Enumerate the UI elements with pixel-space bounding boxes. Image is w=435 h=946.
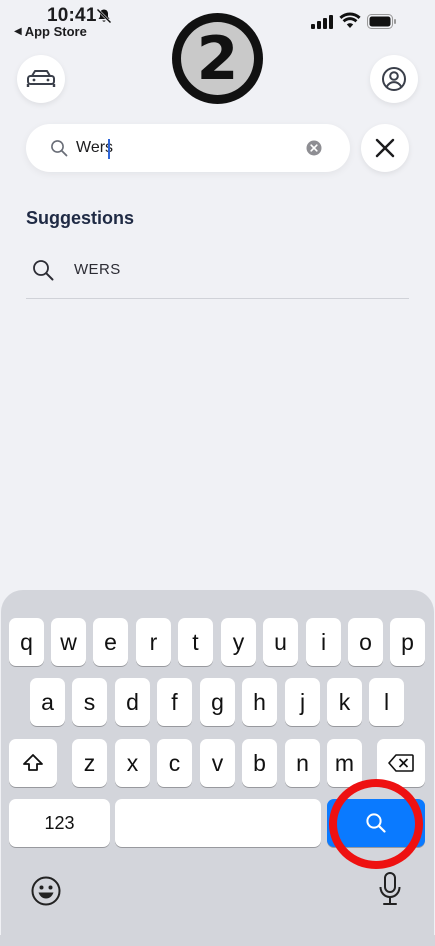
key-y[interactable]: y — [221, 618, 256, 666]
key-x[interactable]: x — [115, 739, 150, 787]
space-key[interactable] — [115, 799, 321, 847]
key-v[interactable]: v — [200, 739, 235, 787]
home-indicator-area — [0, 935, 435, 946]
microphone-icon — [379, 872, 401, 905]
key-e[interactable]: e — [93, 618, 128, 666]
numbers-key[interactable]: 123 — [9, 799, 110, 847]
on-screen-keyboard: q w e r t y u i o p a s d f g h j k l z … — [1, 590, 434, 946]
search-icon — [51, 140, 68, 157]
key-j[interactable]: j — [285, 678, 320, 726]
highlight-circle — [329, 779, 423, 869]
clear-search-icon[interactable] — [306, 140, 322, 156]
key-k[interactable]: k — [327, 678, 362, 726]
search-bar[interactable] — [26, 124, 350, 172]
battery-icon — [367, 14, 396, 29]
wifi-icon — [339, 12, 361, 28]
emoji-button[interactable] — [30, 875, 62, 907]
emoji-icon — [31, 876, 61, 906]
key-u[interactable]: u — [263, 618, 298, 666]
close-icon — [375, 138, 395, 158]
step-number-badge: 2 — [172, 13, 263, 104]
profile-button[interactable] — [370, 55, 418, 103]
key-r[interactable]: r — [136, 618, 171, 666]
key-h[interactable]: h — [242, 678, 277, 726]
suggestion-text: WERS — [74, 261, 121, 278]
key-q[interactable]: q — [9, 618, 44, 666]
key-c[interactable]: c — [157, 739, 192, 787]
vehicle-button[interactable] — [17, 55, 65, 103]
key-d[interactable]: d — [115, 678, 150, 726]
key-w[interactable]: w — [51, 618, 86, 666]
back-to-app-store[interactable]: ◀ App Store — [14, 24, 87, 39]
key-s[interactable]: s — [72, 678, 107, 726]
shift-key[interactable] — [9, 739, 57, 787]
search-icon — [33, 260, 54, 281]
key-i[interactable]: i — [306, 618, 341, 666]
suggestion-item[interactable]: WERS — [26, 250, 409, 299]
key-t[interactable]: t — [178, 618, 213, 666]
key-z[interactable]: z — [72, 739, 107, 787]
close-search-button[interactable] — [361, 124, 409, 172]
key-m[interactable]: m — [327, 739, 362, 787]
key-n[interactable]: n — [285, 739, 320, 787]
key-b[interactable]: b — [242, 739, 277, 787]
back-app-label: App Store — [24, 24, 87, 39]
key-o[interactable]: o — [348, 618, 383, 666]
text-cursor — [108, 139, 110, 159]
key-l[interactable]: l — [369, 678, 404, 726]
step-number: 2 — [181, 22, 254, 95]
suggestions-heading: Suggestions — [26, 208, 135, 228]
shift-icon — [23, 754, 43, 771]
key-a[interactable]: a — [30, 678, 65, 726]
key-g[interactable]: g — [200, 678, 235, 726]
key-f[interactable]: f — [157, 678, 192, 726]
back-arrow-icon: ◀ — [14, 26, 22, 37]
bell-off-icon — [96, 8, 112, 24]
backspace-icon — [388, 754, 414, 772]
profile-icon — [382, 67, 406, 91]
cellular-signal-icon — [311, 15, 333, 29]
dictation-button[interactable] — [377, 871, 403, 907]
car-icon — [26, 70, 56, 87]
key-p[interactable]: p — [390, 618, 425, 666]
